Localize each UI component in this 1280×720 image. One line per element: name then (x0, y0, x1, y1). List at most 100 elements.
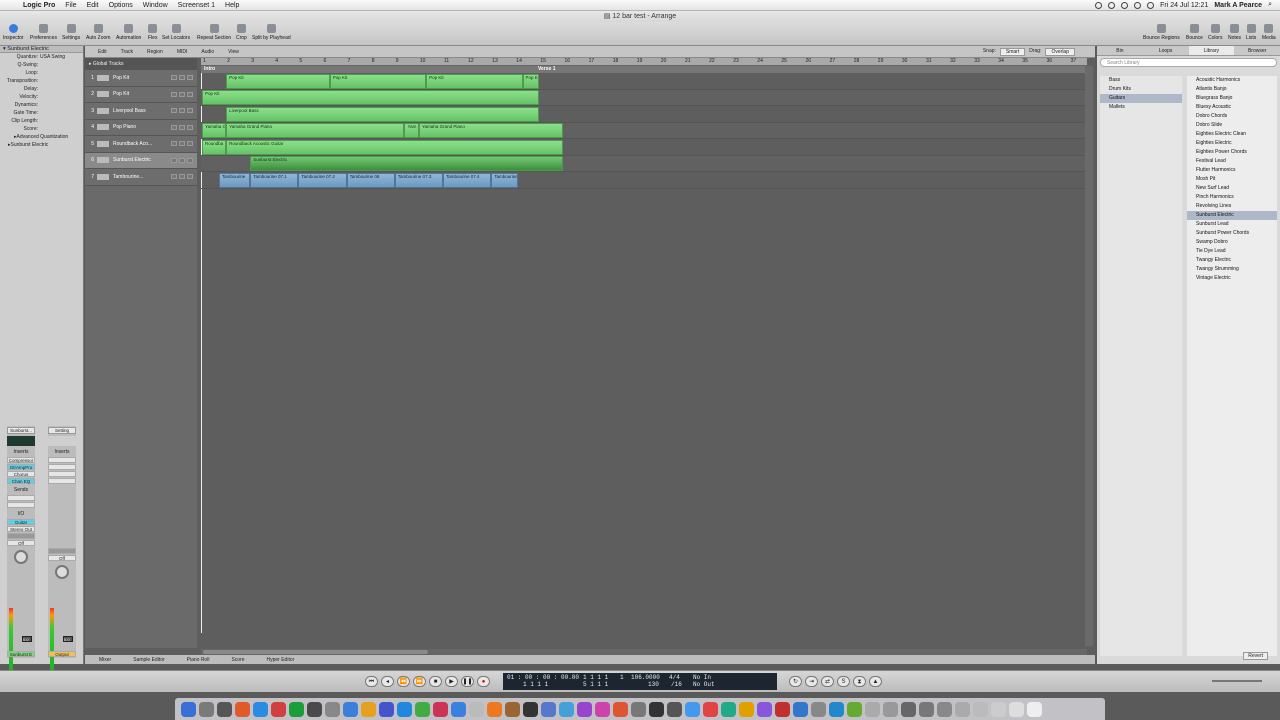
sync-icon[interactable]: ⧗ (853, 676, 866, 687)
dock-app-icon[interactable] (937, 701, 952, 717)
dock-app-icon[interactable] (577, 701, 592, 717)
dock-app-icon[interactable] (1027, 701, 1042, 717)
region[interactable]: Tambourine 07.4 (443, 172, 492, 188)
tab-piano-roll[interactable]: Piano Roll (187, 657, 210, 663)
library-patch[interactable]: Swamp Dobro (1187, 238, 1277, 247)
metronome-icon[interactable]: ▲ (869, 676, 882, 687)
repeat-section-button[interactable]: Repeat Section (197, 24, 231, 41)
volume-fader[interactable]: 0.0 (63, 636, 73, 642)
library-category[interactable]: Mallets (1100, 103, 1182, 112)
dock-app-icon[interactable] (721, 701, 736, 717)
track-header[interactable]: 1 Pop Kit (85, 70, 197, 87)
colors-button[interactable]: Colors (1208, 24, 1222, 41)
region[interactable]: Liverpool Bass (226, 106, 540, 122)
library-patch[interactable]: Sunburst Power Chords (1187, 229, 1277, 238)
goto-start-icon[interactable]: ⏮ (365, 676, 378, 687)
library-patch[interactable]: Eighties Electric Clean (1187, 130, 1277, 139)
dock-app-icon[interactable] (613, 701, 628, 717)
play-icon[interactable]: ▶ (445, 676, 458, 687)
scroll-thumb[interactable] (203, 650, 428, 654)
bar-ruler[interactable]: 1 2 3 4 5 6 7 8 9 10 11 12 13 14 15 16 17 18 19 20 21 22 23 24 2… (201, 58, 1087, 66)
split-by-playhead-button[interactable]: Split by Playhead (252, 24, 291, 41)
dock-app-icon[interactable] (901, 701, 916, 717)
library-patch[interactable]: Festival Lead (1187, 157, 1277, 166)
dock-app-icon[interactable] (271, 701, 286, 717)
dock-app-icon[interactable] (253, 701, 268, 717)
pan-knob[interactable] (14, 550, 28, 564)
region[interactable]: Pop Kit (522, 73, 540, 89)
solo-button[interactable] (179, 157, 185, 163)
dock-app-icon[interactable] (415, 701, 430, 717)
dock-app-icon[interactable] (217, 701, 232, 717)
param-row[interactable]: Loop: (0, 69, 83, 77)
autopunch-icon[interactable]: ⇥ (805, 676, 818, 687)
menu-app[interactable]: Logic Pro (18, 2, 60, 9)
param-row[interactable]: Score: (0, 125, 83, 133)
library-category[interactable]: Guitars (1100, 94, 1182, 103)
replace-icon[interactable]: ⇄ (821, 676, 834, 687)
insert-slot[interactable] (48, 478, 76, 484)
mute-button[interactable] (171, 91, 177, 97)
tab-loops[interactable]: Loops (1143, 46, 1189, 55)
insert-slot[interactable]: Compressor (7, 457, 35, 463)
automation-off[interactable]: Off (7, 540, 35, 546)
menu-view[interactable]: View (225, 49, 242, 55)
dock-app-icon[interactable] (181, 701, 196, 717)
bounce-button[interactable]: Bounce (1186, 24, 1203, 41)
volume-icon[interactable] (1134, 1, 1142, 9)
dock-app-icon[interactable] (541, 701, 556, 717)
library-patch[interactable]: Dobro Slide (1187, 121, 1277, 130)
strip-name[interactable]: Sunburst E (7, 651, 35, 657)
track-name[interactable]: Roundback Aco... (113, 141, 161, 147)
dock-app-icon[interactable] (757, 701, 772, 717)
marker-verse-1[interactable]: Verse 1 (538, 66, 556, 72)
dock-app-icon[interactable] (883, 701, 898, 717)
automation-button[interactable]: Automation (116, 24, 141, 41)
dock-app-icon[interactable] (235, 701, 250, 717)
track-name[interactable]: Pop Piano (113, 124, 161, 130)
track-name[interactable]: Pop Kit (113, 91, 161, 97)
dock-app-icon[interactable] (487, 701, 502, 717)
dock-app-icon[interactable] (523, 701, 538, 717)
menu-help[interactable]: Help (220, 2, 244, 9)
region-parameters-header[interactable]: ▾ Sunburst Electric (0, 46, 83, 53)
record-enable-button[interactable] (187, 91, 193, 97)
output-slot[interactable]: Stereo Out (7, 526, 35, 532)
pause-icon[interactable]: ❚❚ (461, 676, 474, 687)
region[interactable]: Yamaha C (202, 123, 227, 138)
library-patch[interactable]: Revolving Lines (1187, 202, 1277, 211)
send-slot[interactable] (7, 502, 35, 508)
lists-button[interactable]: Lists (1246, 24, 1256, 41)
dock-app-icon[interactable] (397, 701, 412, 717)
dock-app-icon[interactable] (361, 701, 376, 717)
insert-slot[interactable]: Chan EQ (7, 478, 35, 484)
dock-app-icon[interactable] (469, 701, 484, 717)
advanced-quantization[interactable]: ▸ Advanced Quantization (0, 133, 83, 141)
rewind-icon[interactable]: ◂ (381, 676, 394, 687)
status-icon[interactable] (1095, 1, 1103, 9)
menu-edit[interactable]: Edit (82, 2, 104, 9)
track-header[interactable]: 5 Roundback Aco... (85, 136, 197, 153)
automation-off[interactable]: Off (48, 555, 76, 561)
menu-edit-local[interactable]: Edit (95, 49, 110, 55)
insert-slot[interactable] (48, 471, 76, 477)
global-tracks-toggle[interactable]: ▸ Global Tracks (85, 58, 197, 70)
tab-bin[interactable]: Bin (1097, 46, 1143, 55)
record-enable-button[interactable] (187, 141, 193, 147)
region[interactable]: Tambourine 07.3 (394, 172, 443, 188)
region[interactable]: Sunburst Electric (250, 156, 564, 171)
mute-button[interactable] (171, 157, 177, 163)
track-header[interactable]: 4 Pop Piano (85, 119, 197, 136)
dock-app-icon[interactable] (703, 701, 718, 717)
fast-forward-icon[interactable]: ⏩ (413, 676, 426, 687)
tab-browser[interactable]: Browser (1234, 46, 1280, 55)
vertical-scrollbar[interactable] (1085, 66, 1093, 646)
dock-app-icon[interactable] (793, 701, 808, 717)
lcd-display[interactable]: 01 : 00 : 00 : 00.00 1 1 1 1 1 1 1 1 1 5… (503, 673, 777, 690)
media-button[interactable]: Media (1262, 24, 1276, 41)
revert-button[interactable]: Revert (1243, 652, 1268, 660)
spotlight-icon[interactable]: ⌕ (1268, 1, 1272, 9)
mute-button[interactable] (171, 174, 177, 180)
bounce-regions-button[interactable]: Bounce Regions (1143, 24, 1180, 41)
record-enable-button[interactable] (187, 174, 193, 180)
